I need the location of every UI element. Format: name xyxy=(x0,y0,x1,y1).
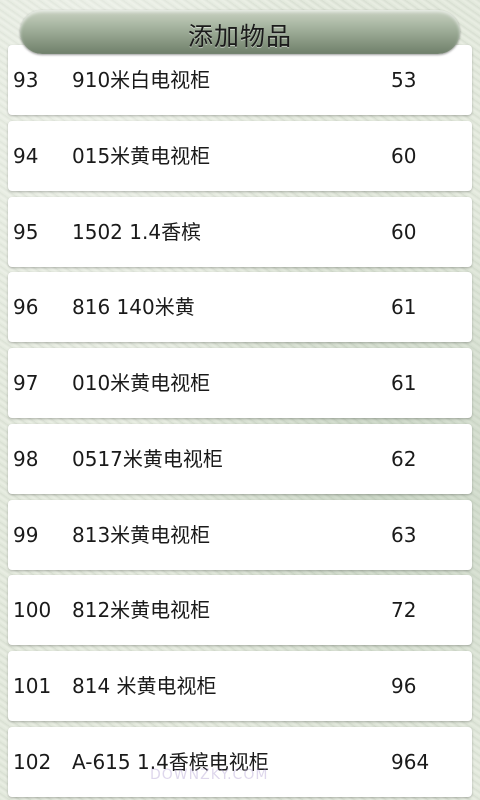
item-name: 814 米黄电视柜 xyxy=(72,674,217,698)
item-name: 910米白电视柜 xyxy=(72,68,211,92)
item-name: 1502 1.4香槟 xyxy=(72,220,202,244)
item-number: 95 xyxy=(13,220,39,244)
item-number: 102 xyxy=(13,750,52,774)
list-item[interactable]: 102 A-615 1.4香槟电视柜 964 xyxy=(8,727,472,797)
item-number: 100 xyxy=(13,598,52,622)
item-number: 96 xyxy=(13,295,39,319)
item-number: 97 xyxy=(13,371,39,395)
list-item[interactable]: 98 0517米黄电视柜 62 xyxy=(8,424,472,494)
item-number: 94 xyxy=(13,144,39,168)
item-number: 93 xyxy=(13,68,39,92)
item-quantity: 61 xyxy=(391,371,417,395)
item-quantity: 72 xyxy=(391,598,417,622)
item-quantity: 964 xyxy=(391,750,430,774)
list-item[interactable]: 96 816 140米黄 61 xyxy=(8,272,472,342)
item-name: 813米黄电视柜 xyxy=(72,523,211,547)
watermark: DOWNZKY.COM xyxy=(150,767,269,783)
item-quantity: 63 xyxy=(391,523,417,547)
item-name: A-615 1.4香槟电视柜 xyxy=(72,750,269,774)
list-item[interactable]: 101 814 米黄电视柜 96 xyxy=(8,651,472,721)
item-quantity: 61 xyxy=(391,295,417,319)
list-item[interactable]: 93 910米白电视柜 53 xyxy=(8,45,472,115)
item-quantity: 62 xyxy=(391,447,417,471)
item-name: 816 140米黄 xyxy=(72,295,195,319)
item-number: 101 xyxy=(13,674,52,698)
list-item[interactable]: 97 010米黄电视柜 61 xyxy=(8,348,472,418)
item-number: 98 xyxy=(13,447,39,471)
list-item[interactable]: 95 1502 1.4香槟 60 xyxy=(8,197,472,267)
list-item[interactable]: 94 015米黄电视柜 60 xyxy=(8,121,472,191)
page-title: 添加物品 xyxy=(187,22,292,51)
item-quantity: 60 xyxy=(391,144,417,168)
item-quantity: 53 xyxy=(391,68,417,92)
title-bar: 添加物品 xyxy=(20,10,460,54)
item-name: 812米黄电视柜 xyxy=(72,598,211,622)
item-name: 0517米黄电视柜 xyxy=(72,447,223,471)
item-quantity: 60 xyxy=(391,220,417,244)
item-number: 99 xyxy=(13,523,39,547)
item-quantity: 96 xyxy=(391,674,417,698)
list-item[interactable]: 100 812米黄电视柜 72 xyxy=(8,575,472,645)
item-name: 010米黄电视柜 xyxy=(72,371,211,395)
list-item[interactable]: 99 813米黄电视柜 63 xyxy=(8,500,472,570)
item-name: 015米黄电视柜 xyxy=(72,144,211,168)
item-list[interactable]: 93 910米白电视柜 53 94 015米黄电视柜 60 95 1502 1.… xyxy=(0,0,480,800)
